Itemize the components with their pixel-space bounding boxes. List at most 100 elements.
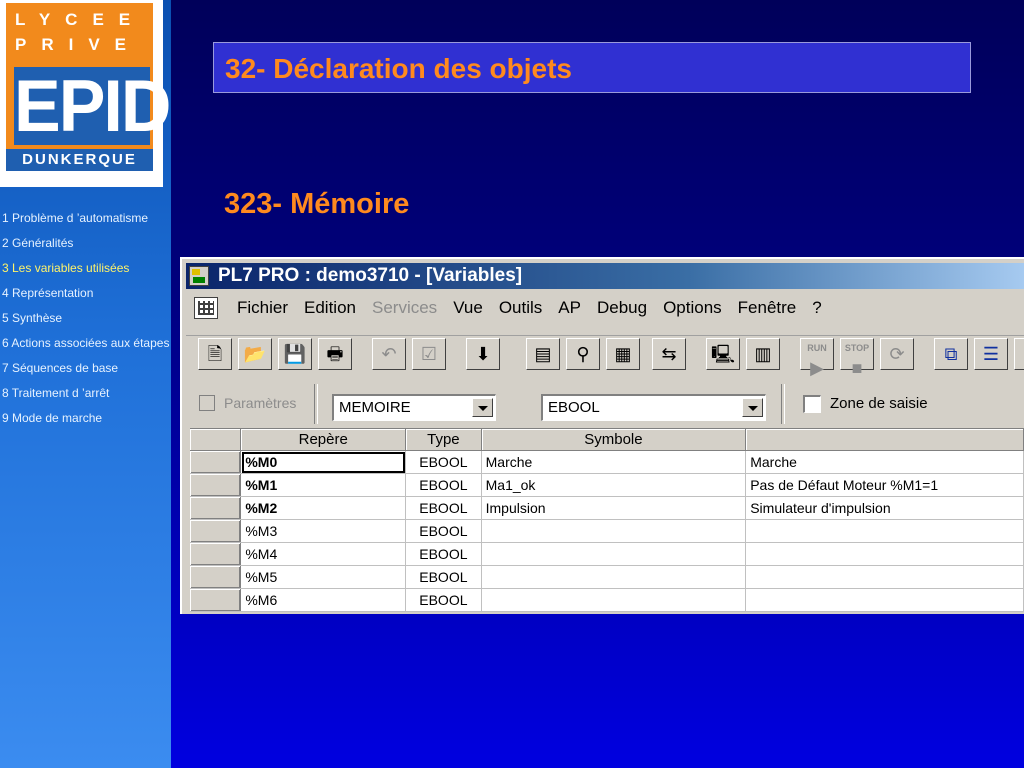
row-header[interactable] [190, 519, 242, 543]
menu-debug[interactable]: Debug [589, 293, 655, 323]
commentaire-cell[interactable] [745, 542, 1024, 566]
zone-saisie-checkbox[interactable] [803, 395, 821, 413]
slide-title: 32- Déclaration des objets [225, 53, 573, 84]
print-icon[interactable]: 🖶 [318, 338, 352, 370]
menu-fenetre[interactable]: Fenêtre [730, 293, 805, 323]
connect-plc-icon[interactable]: 🖳 [706, 338, 740, 370]
nav-item-arret[interactable]: 8 Traitement d ’arrêt [2, 385, 170, 401]
menu-outils[interactable]: Outils [491, 293, 550, 323]
validate-icon[interactable]: ☑ [412, 338, 446, 370]
row-header[interactable] [190, 450, 242, 474]
binoculars-icon[interactable]: ⚲ [566, 338, 600, 370]
column-header-symbole[interactable]: Symbole [481, 429, 747, 451]
type-cell[interactable]: EBOOL [405, 542, 482, 566]
object-type-select[interactable]: EBOOL [541, 394, 766, 421]
commentaire-cell[interactable]: Simulateur d'impulsion [745, 496, 1024, 520]
symbole-cell[interactable]: Ma1_ok [481, 473, 747, 497]
commentaire-cell[interactable]: Pas de Défaut Moteur %M1=1 [745, 473, 1024, 497]
slide-subtitle: 323- Mémoire [224, 188, 410, 220]
symbole-cell[interactable] [481, 519, 747, 543]
animation-table-icon[interactable]: ▤ [526, 338, 560, 370]
import-icon[interactable]: ⬇ [466, 338, 500, 370]
row-header[interactable] [190, 542, 242, 566]
column-header-type[interactable]: Type [405, 429, 482, 451]
type-cell[interactable]: EBOOL [405, 588, 482, 612]
stop-icon[interactable]: STOP ■ [840, 338, 874, 378]
more-windows-icon[interactable]: ▯ [1014, 338, 1024, 370]
commentaire-cell[interactable]: Marche [745, 450, 1024, 474]
nav-item-synthese[interactable]: 5 Synthèse [2, 310, 170, 326]
app-icon [189, 266, 209, 286]
cascade-windows-icon[interactable]: ⧉ [934, 338, 968, 370]
grid-corner[interactable] [190, 429, 242, 451]
run-icon[interactable]: RUN ▶ [800, 338, 834, 378]
logo-city: DUNKERQUE [6, 149, 153, 171]
chevron-down-icon[interactable] [472, 398, 493, 417]
column-header-repere[interactable]: Repère [240, 429, 407, 451]
nav-item-actions[interactable]: 6 Actions associées aux étapes [2, 335, 170, 351]
symbole-cell[interactable] [481, 542, 747, 566]
nav-item-representation[interactable]: 4 Représentation [2, 285, 170, 301]
type-cell[interactable]: EBOOL [405, 496, 482, 520]
table-row: %M3 EBOOL [190, 519, 1024, 543]
new-file-icon[interactable]: 🗎 [198, 338, 232, 370]
symbole-cell[interactable] [481, 565, 747, 589]
variables-grid: Repère Type Symbole %M0 EBOOL Marche Mar… [190, 428, 1024, 612]
menu-fichier[interactable]: Fichier [229, 293, 296, 323]
table-row: %M5 EBOOL [190, 565, 1024, 589]
symbole-cell[interactable] [481, 588, 747, 612]
chevron-down-icon[interactable] [742, 398, 763, 417]
cross-reference-icon[interactable]: ▦ [606, 338, 640, 370]
row-header[interactable] [190, 473, 242, 497]
school-logo: LYCEE PRIVE EPID DUNKERQUE [0, 0, 171, 187]
table-row: %M1 EBOOL Ma1_ok Pas de Défaut Moteur %M… [190, 473, 1024, 497]
parameters-checkbox[interactable] [199, 395, 215, 411]
nav-item-mode-marche[interactable]: 9 Mode de marche [2, 410, 170, 426]
menu-vue[interactable]: Vue [445, 293, 491, 323]
column-header-commentaire[interactable] [745, 429, 1024, 451]
transfer-icon[interactable]: ⇆ [652, 338, 686, 370]
commentaire-cell[interactable] [745, 519, 1024, 543]
menu-ap[interactable]: AP [550, 293, 589, 323]
init-icon[interactable]: ⟳ [880, 338, 914, 370]
type-cell[interactable]: EBOOL [405, 565, 482, 589]
repere-cell[interactable]: %M0 [240, 450, 407, 474]
object-category-select[interactable]: MEMOIRE [332, 394, 496, 421]
nav-item-sequences[interactable]: 7 Séquences de base [2, 360, 170, 376]
separator [781, 384, 785, 424]
row-header[interactable] [190, 588, 242, 612]
row-header[interactable] [190, 565, 242, 589]
tile-windows-icon[interactable]: ☰ [974, 338, 1008, 370]
window-titlebar[interactable]: PL7 PRO : demo3710 - [Variables] [186, 263, 1024, 289]
logo-line-1: LYCEE [15, 10, 146, 29]
undo-icon[interactable]: ↶ [372, 338, 406, 370]
repere-cell[interactable]: %M4 [240, 542, 407, 566]
menu-options[interactable]: Options [655, 293, 730, 323]
type-cell[interactable]: EBOOL [405, 519, 482, 543]
commentaire-cell[interactable] [745, 565, 1024, 589]
commentaire-cell[interactable] [745, 588, 1024, 612]
nav-item-probleme[interactable]: 1 Problème d ’automatisme [2, 210, 170, 226]
table-row: %M4 EBOOL [190, 542, 1024, 566]
type-cell[interactable]: EBOOL [405, 450, 482, 474]
repere-cell[interactable]: %M3 [240, 519, 407, 543]
row-header[interactable] [190, 496, 242, 520]
menu-help[interactable]: ? [804, 293, 829, 323]
save-icon[interactable]: 💾 [278, 338, 312, 370]
logo-line-2: PRIVE [15, 35, 142, 54]
open-folder-icon[interactable]: 📂 [238, 338, 272, 370]
nav-item-generalites[interactable]: 2 Généralités [2, 235, 170, 251]
document-menu-icon[interactable] [194, 297, 218, 319]
symbole-cell[interactable]: Marche [481, 450, 747, 474]
type-cell[interactable]: EBOOL [405, 473, 482, 497]
repere-cell[interactable]: %M6 [240, 588, 407, 612]
nav-item-variables[interactable]: 3 Les variables utilisées [2, 260, 170, 276]
symbole-cell[interactable]: Impulsion [481, 496, 747, 520]
sidebar: LYCEE PRIVE EPID DUNKERQUE 1 Problème d … [0, 0, 171, 768]
repere-cell[interactable]: %M2 [240, 496, 407, 520]
repere-cell[interactable]: %M1 [240, 473, 407, 497]
io-config-icon[interactable]: ▥ [746, 338, 780, 370]
menu-edition[interactable]: Edition [296, 293, 364, 323]
repere-cell[interactable]: %M5 [240, 565, 407, 589]
zone-saisie-label: Zone de saisie [830, 395, 928, 412]
